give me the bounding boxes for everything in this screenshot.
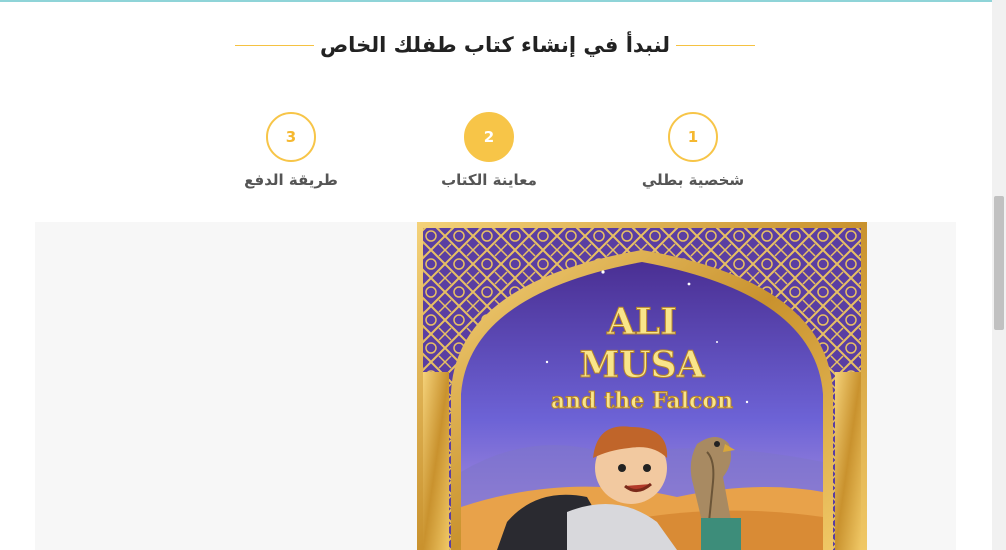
scrollbar-thumb[interactable]: [994, 196, 1004, 330]
step-number-circle: 3: [266, 112, 316, 162]
step-payment-method[interactable]: 3 طريقة الدفع: [206, 112, 376, 189]
progress-steps: 1 شخصية بطلي 2 معاينة الكتاب 3 طريقة الد…: [200, 112, 800, 202]
book-subtitle: and the Falcon: [551, 388, 733, 414]
page-scrollbar[interactable]: [992, 0, 1006, 550]
step-number-circle: 1: [668, 112, 718, 162]
step-label: طريقة الدفع: [244, 171, 338, 189]
book-title-line1: ALI: [606, 301, 677, 343]
step-book-preview[interactable]: 2 معاينة الكتاب: [404, 112, 574, 189]
step-label: معاينة الكتاب: [441, 171, 537, 189]
page-title: لنبدأ في إنشاء كتاب طفلك الخاص: [319, 33, 671, 57]
title-divider-right: [676, 44, 756, 46]
book-cover-image[interactable]: ALI MUSA and the Falcon: [417, 222, 867, 550]
section-header: لنبدأ في إنشاء كتاب طفلك الخاص: [235, 28, 756, 62]
step-label: شخصية بطلي: [641, 171, 745, 189]
book-title-line2: MUSA: [579, 344, 705, 386]
step-number-circle: 2: [464, 112, 514, 162]
step-hero-character[interactable]: 1 شخصية بطلي: [608, 112, 778, 189]
title-divider-left: [235, 44, 314, 46]
